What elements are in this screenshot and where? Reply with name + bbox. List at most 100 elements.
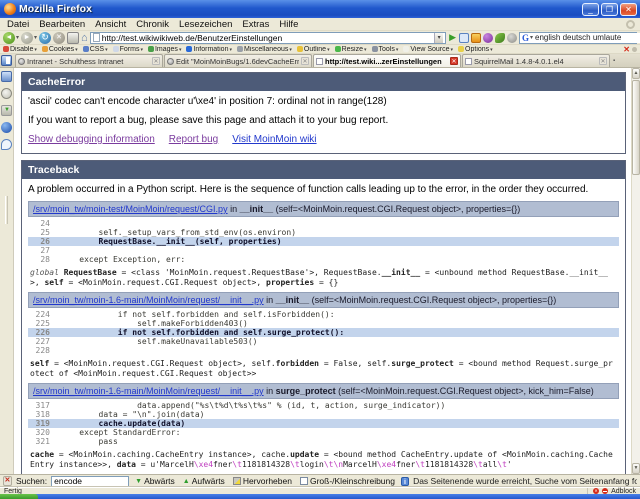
gear-extension-icon[interactable] (507, 33, 517, 43)
minimize-button[interactable]: _ (582, 3, 599, 16)
webdev-item-label: Forms (120, 46, 143, 53)
google-logo-icon[interactable]: G (522, 33, 529, 43)
error-link[interactable]: Visit MoinMoin wiki (232, 134, 316, 145)
webdev-item-view-source[interactable]: View Source (403, 46, 453, 53)
error-link[interactable]: Report bug (169, 134, 218, 145)
print-button[interactable] (67, 32, 79, 44)
frame-file-link[interactable]: /srv/moin_tw/moin-1.6-main/MoinMoin/requ… (33, 295, 264, 305)
error-section-title: CacheError (22, 73, 625, 91)
webdev-close-icon[interactable]: ✕ (621, 45, 632, 54)
traceback-frame-1: /srv/moin_tw/moin-1.6-main/MoinMoin/requ… (28, 292, 619, 378)
tab-2[interactable]: http://test.wiki...zerEinstellungen✕ (313, 54, 461, 67)
webdev-item-css[interactable]: CSS (83, 46, 108, 53)
match-case-label: Groß-/Kleinschreibung (310, 476, 395, 486)
tab-close-icon[interactable]: ✕ (301, 57, 309, 65)
code-block: 224 if not self.forbidden and self.isFor… (28, 308, 619, 356)
webdev-item-information[interactable]: Information (186, 46, 232, 53)
highlight-button[interactable]: Hervorheben (231, 476, 294, 486)
error-section: CacheError 'ascii' codec can't encode ch… (21, 72, 626, 154)
webdev-item-disable[interactable]: Disable (3, 46, 37, 53)
menu-extras[interactable]: Extras (237, 19, 274, 30)
forward-button[interactable]: ► (21, 32, 33, 44)
info-bubble-icon[interactable] (1, 139, 12, 150)
webdev-item-tools[interactable]: Tools (372, 46, 399, 53)
downloads-icon[interactable] (1, 105, 12, 116)
feed-extension-icon[interactable] (471, 33, 481, 43)
window-extension-icon[interactable] (459, 33, 469, 43)
code-line: 321 pass (28, 437, 619, 446)
tab-0[interactable]: Intranet - Schulthess Intranet✕ (15, 54, 163, 67)
cookies-icon (42, 46, 48, 52)
variable-segment: = <MoinMoin.caching.CacheEntry instance>… (54, 450, 290, 459)
menu-chronik[interactable]: Chronik (131, 19, 174, 30)
abp-extension-icon[interactable] (483, 33, 493, 43)
menu-hilfe[interactable]: Hilfe (274, 19, 303, 30)
match-case-checkbox[interactable] (300, 477, 308, 485)
stop-button[interactable]: ✕ (53, 32, 65, 44)
tab-close-icon[interactable]: ✕ (450, 57, 458, 65)
webdev-item-miscellaneous[interactable]: Miscellaneous (237, 46, 292, 53)
line-number: 227 (28, 337, 60, 346)
find-prev-button[interactable]: ▲ Aufwärts (181, 476, 227, 486)
match-case-control[interactable]: Groß-/Kleinschreibung (298, 476, 397, 486)
scrollbar-thumb[interactable] (632, 80, 640, 175)
go-button[interactable]: ▶ (448, 32, 457, 43)
url-dropdown-icon[interactable]: ▾ (434, 33, 443, 43)
webdev-item-outline[interactable]: Outline (297, 46, 330, 53)
webdev-item-cookies[interactable]: Cookies (42, 46, 78, 53)
sidebar-panel-icon[interactable] (1, 71, 12, 82)
rail-handle[interactable] (5, 196, 8, 224)
webdev-item-forms[interactable]: Forms (113, 46, 143, 53)
history-clock-icon[interactable] (1, 88, 12, 99)
scrollbar-track[interactable] (632, 176, 640, 463)
variable-segment: self (44, 278, 63, 287)
error-link[interactable]: Show debugging information (28, 134, 155, 145)
code-line: 27 (28, 246, 619, 255)
search-input[interactable] (535, 33, 640, 43)
arrow-up-icon: ▲ (183, 478, 190, 485)
menu-lesezeichen[interactable]: Lesezeichen (174, 19, 237, 30)
reload-button[interactable]: ↻ (39, 32, 51, 44)
frame-file-link[interactable]: /srv/moin_tw/moin-1.6-main/MoinMoin/requ… (33, 386, 264, 396)
line-number: 228 (28, 346, 60, 355)
menu-datei[interactable]: Datei (2, 19, 34, 30)
url-input[interactable] (102, 33, 432, 43)
scroll-down-icon[interactable]: ▼ (632, 463, 640, 474)
start-button-fragment[interactable] (0, 494, 38, 499)
find-input[interactable] (51, 476, 129, 487)
webdev-item-label: Tools (379, 46, 399, 53)
variable-segment: = <class 'MoinMoin.request.RequestBase'>… (117, 268, 382, 277)
forward-dropdown-icon[interactable]: ▾ (34, 34, 37, 41)
tab-1[interactable]: Edit "MoinMoinBugs/1.6devCacheError...✕ (164, 54, 312, 67)
find-next-button[interactable]: ▼ Abwärts (133, 476, 177, 486)
sidebar-toggle-icon[interactable] (1, 55, 12, 66)
error-message: 'ascii' codec can't encode character u'\… (28, 96, 619, 107)
tab-close-icon[interactable]: ✕ (599, 57, 607, 65)
scroll-up-icon[interactable]: ▲ (632, 68, 640, 79)
tab-3[interactable]: SquirrelMail 1.4.8-4.0.1.el4✕ (462, 54, 610, 67)
web-sphere-icon[interactable] (1, 122, 12, 133)
tab-list-dropdown-icon[interactable]: ▪ (613, 58, 615, 64)
find-close-icon[interactable]: ✕ (3, 476, 12, 486)
tab-close-icon[interactable]: ✕ (152, 57, 160, 65)
close-button[interactable]: ✕ (620, 3, 637, 16)
leaf-extension-icon[interactable] (495, 33, 505, 43)
webdev-item-resize[interactable]: Resize (335, 46, 367, 53)
maximize-button[interactable]: ❐ (601, 3, 618, 16)
home-button[interactable]: ⌂ (81, 32, 88, 44)
webdev-item-images[interactable]: Images (148, 46, 181, 53)
back-dropdown-icon[interactable]: ▾ (16, 34, 19, 41)
vertical-scrollbar[interactable]: ▲ ▼ (631, 68, 640, 474)
search-engine-dropdown-icon[interactable]: ▾ (530, 34, 533, 41)
frame-file-link[interactable]: /srv/moin_tw/moin-test/MoinMoin/request/… (33, 204, 228, 214)
highlighter-icon (233, 477, 241, 485)
frame-variables: global RequestBase = <class 'MoinMoin.re… (30, 268, 617, 287)
webdev-item-options[interactable]: Options (458, 46, 493, 53)
variable-segment: MarcelH (343, 460, 377, 469)
code-line: 228 (28, 346, 619, 355)
code-text: except Exception, err: (60, 255, 185, 264)
menu-ansicht[interactable]: Ansicht (90, 19, 131, 30)
images-icon (148, 46, 154, 52)
back-button[interactable]: ◄ (3, 32, 15, 44)
menu-bearbeiten[interactable]: Bearbeiten (34, 19, 90, 30)
